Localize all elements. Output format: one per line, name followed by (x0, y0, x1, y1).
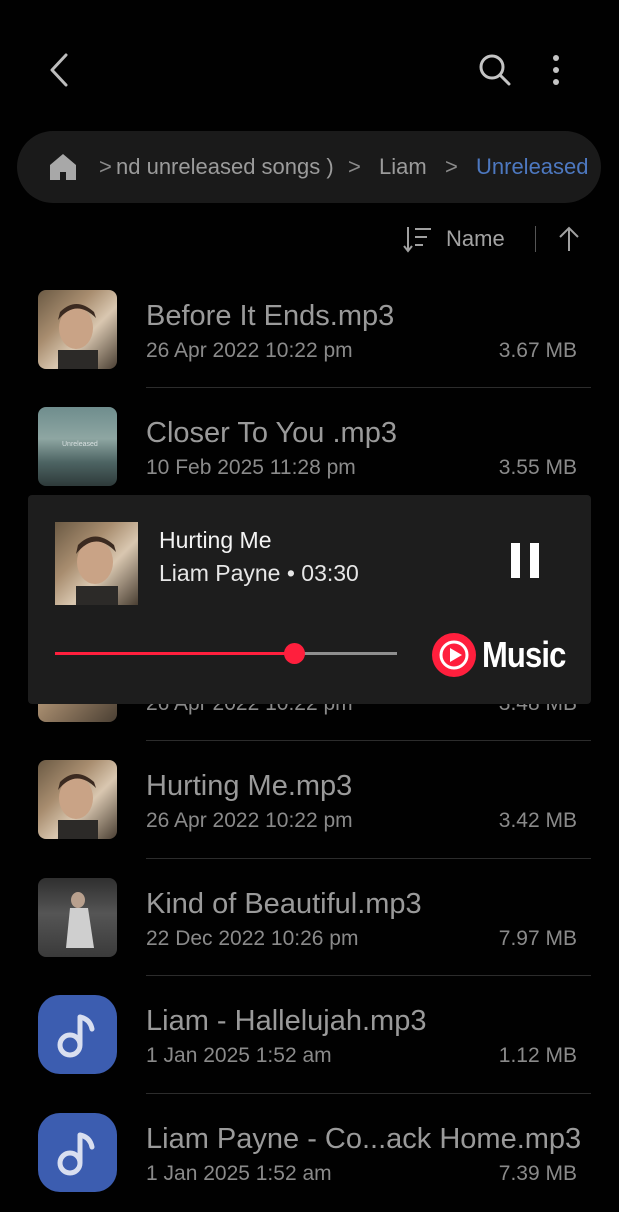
music-note-icon (57, 1132, 95, 1176)
album-art-thumbnail (38, 760, 117, 839)
file-size: 3.55 MB (498, 456, 577, 479)
album-art-thumbnail (38, 878, 117, 957)
list-item[interactable]: Liam Payne - Co...ack Home.mp3 1 Jan 202… (0, 1094, 619, 1212)
album-art-text: Unreleased (62, 441, 98, 448)
file-date: 1 Jan 2025 1:52 am (146, 1162, 332, 1185)
file-size: 7.97 MB (498, 927, 577, 950)
progress-fill (55, 652, 295, 655)
breadcrumb-separator: > (348, 154, 361, 179)
file-name: Closer To You .mp3 (146, 417, 397, 449)
pause-button[interactable] (505, 540, 545, 580)
player-subtitle: Liam Payne • 03:30 (159, 560, 359, 586)
brand-label: Music (482, 634, 566, 675)
more-vertical-icon (553, 55, 559, 85)
search-icon (479, 54, 511, 86)
pause-icon (511, 543, 539, 578)
breadcrumb-separator: > (445, 154, 458, 179)
breadcrumb-item-liam[interactable]: Liam (379, 131, 427, 203)
breadcrumb-home[interactable] (47, 151, 79, 183)
youtube-music-button[interactable] (431, 632, 477, 678)
breadcrumb-separator: > (99, 154, 112, 179)
player-album-art (55, 522, 138, 605)
breadcrumb: > nd unreleased songs ) > Liam > Unrelea… (17, 131, 601, 203)
file-date: 26 Apr 2022 10:22 pm (146, 339, 353, 362)
sort-icon (403, 227, 431, 253)
file-name: Liam Payne - Co...ack Home.mp3 (146, 1123, 582, 1155)
progress-slider[interactable] (55, 643, 397, 664)
more-options-button[interactable] (541, 50, 571, 90)
sort-button[interactable] (401, 224, 433, 254)
search-button[interactable] (474, 49, 516, 91)
file-size: 7.39 MB (498, 1162, 577, 1185)
music-note-icon (57, 1014, 95, 1058)
file-name: Hurting Me.mp3 (146, 770, 353, 802)
file-size: 1.12 MB (498, 1044, 577, 1067)
back-button[interactable] (40, 50, 80, 90)
sort-divider (535, 226, 536, 252)
album-art-thumbnail (38, 290, 117, 369)
list-item[interactable]: Before It Ends.mp3 26 Apr 2022 10:22 pm … (0, 270, 619, 388)
album-art-thumbnail: Unreleased (38, 407, 117, 486)
mini-player[interactable]: Hurting Me Liam Payne • 03:30 Music (28, 495, 591, 704)
list-item[interactable]: Liam - Hallelujah.mp3 1 Jan 2025 1:52 am… (0, 976, 619, 1094)
file-size: 3.67 MB (498, 339, 577, 362)
file-date: 10 Feb 2025 11:28 pm (146, 456, 356, 479)
music-file-thumbnail (38, 1113, 117, 1192)
file-name: Kind of Beautiful.mp3 (146, 888, 422, 920)
list-item[interactable]: Unreleased Closer To You .mp3 10 Feb 202… (0, 388, 619, 506)
list-item[interactable]: Kind of Beautiful.mp3 22 Dec 2022 10:26 … (0, 859, 619, 977)
file-size: 3.42 MB (498, 809, 577, 832)
breadcrumb-item-current[interactable]: Unreleased (476, 131, 589, 203)
arrow-up-icon (559, 226, 579, 251)
breadcrumb-item-parent[interactable]: nd unreleased songs ) (116, 131, 334, 203)
file-name: Liam - Hallelujah.mp3 (146, 1005, 427, 1037)
file-date: 26 Apr 2022 10:22 pm (146, 809, 353, 832)
list-item[interactable]: Hurting Me.mp3 26 Apr 2022 10:22 pm 3.42… (0, 741, 619, 859)
music-file-thumbnail (38, 995, 117, 1074)
file-date: 22 Dec 2022 10:26 pm (146, 927, 359, 950)
player-title: Hurting Me (159, 527, 272, 553)
sort-label[interactable]: Name (446, 224, 505, 254)
sort-direction-button[interactable] (556, 224, 582, 254)
youtube-music-icon (432, 633, 476, 677)
chevron-left-icon (50, 53, 68, 87)
home-icon (50, 154, 76, 180)
file-date: 1 Jan 2025 1:52 am (146, 1044, 332, 1067)
progress-thumb[interactable] (284, 643, 306, 664)
file-name: Before It Ends.mp3 (146, 300, 395, 332)
